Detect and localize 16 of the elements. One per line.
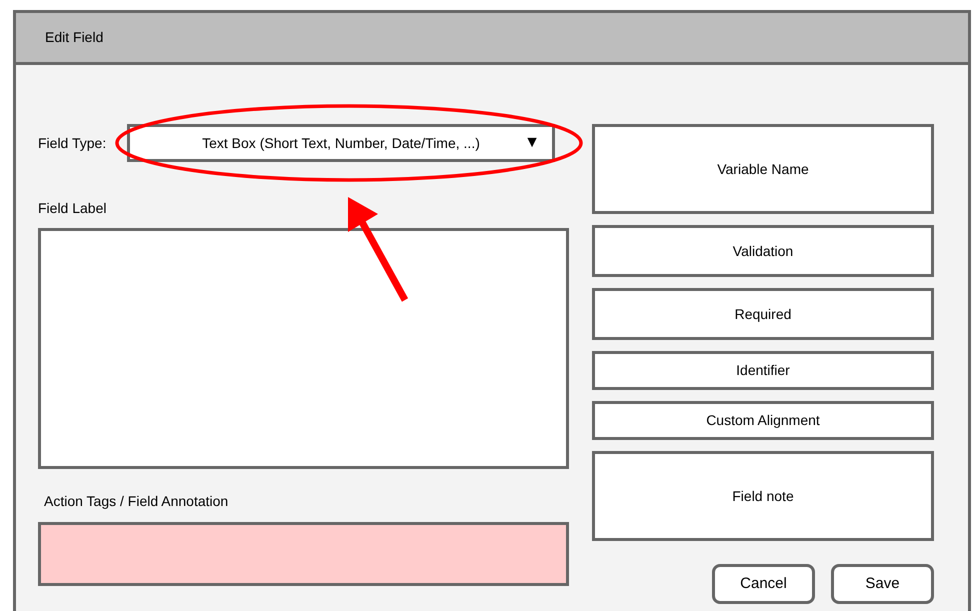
option-block[interactable]: Identifier (592, 351, 934, 390)
caret-icon: ▼ (524, 131, 540, 155)
option-block[interactable]: Required (592, 288, 934, 340)
option-block[interactable]: Variable Name (592, 124, 934, 214)
annotation-field[interactable] (38, 522, 569, 586)
option-block[interactable]: Custom Alignment (592, 401, 934, 440)
field-type-dropdown[interactable]: Text Box (Short Text, Number, Date/Time, ...) ▼ (127, 124, 555, 162)
text-area[interactable] (38, 228, 569, 469)
option-block[interactable]: Validation (592, 225, 934, 277)
option-block[interactable]: Field note (592, 451, 934, 541)
dialog-button[interactable]: Cancel (712, 564, 815, 604)
dialog-button[interactable]: Save (831, 564, 934, 604)
field-label: Field Type: (38, 134, 108, 153)
field-label: Field Label (38, 199, 108, 218)
field-label: Action Tags / Field Annotation (44, 492, 230, 511)
window-title: Edit Field (45, 28, 104, 47)
